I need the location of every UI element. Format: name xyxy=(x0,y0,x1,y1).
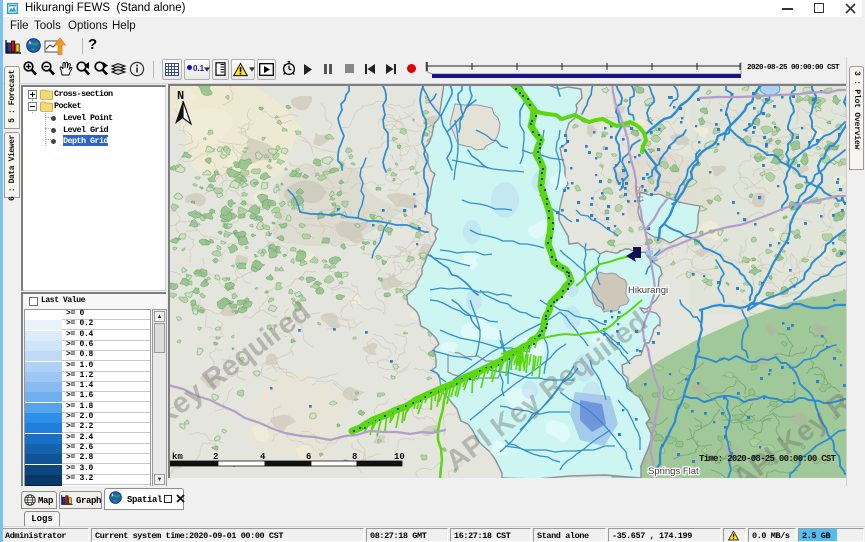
svg-text:Hikurangi: Hikurangi xyxy=(628,285,668,296)
svg-text:SH1: SH1 xyxy=(634,185,645,203)
svg-text:8: 8 xyxy=(352,452,357,462)
svg-text:Springs Flat: Springs Flat xyxy=(648,466,699,477)
svg-text:4: 4 xyxy=(260,452,266,462)
svg-text:km: km xyxy=(172,452,183,462)
svg-text:2: 2 xyxy=(213,452,218,462)
svg-text:10: 10 xyxy=(394,452,405,462)
svg-text:Time: 2020-08-25 00:00:00 CST: Time: 2020-08-25 00:00:00 CST xyxy=(699,454,837,464)
svg-text:6: 6 xyxy=(306,452,311,462)
